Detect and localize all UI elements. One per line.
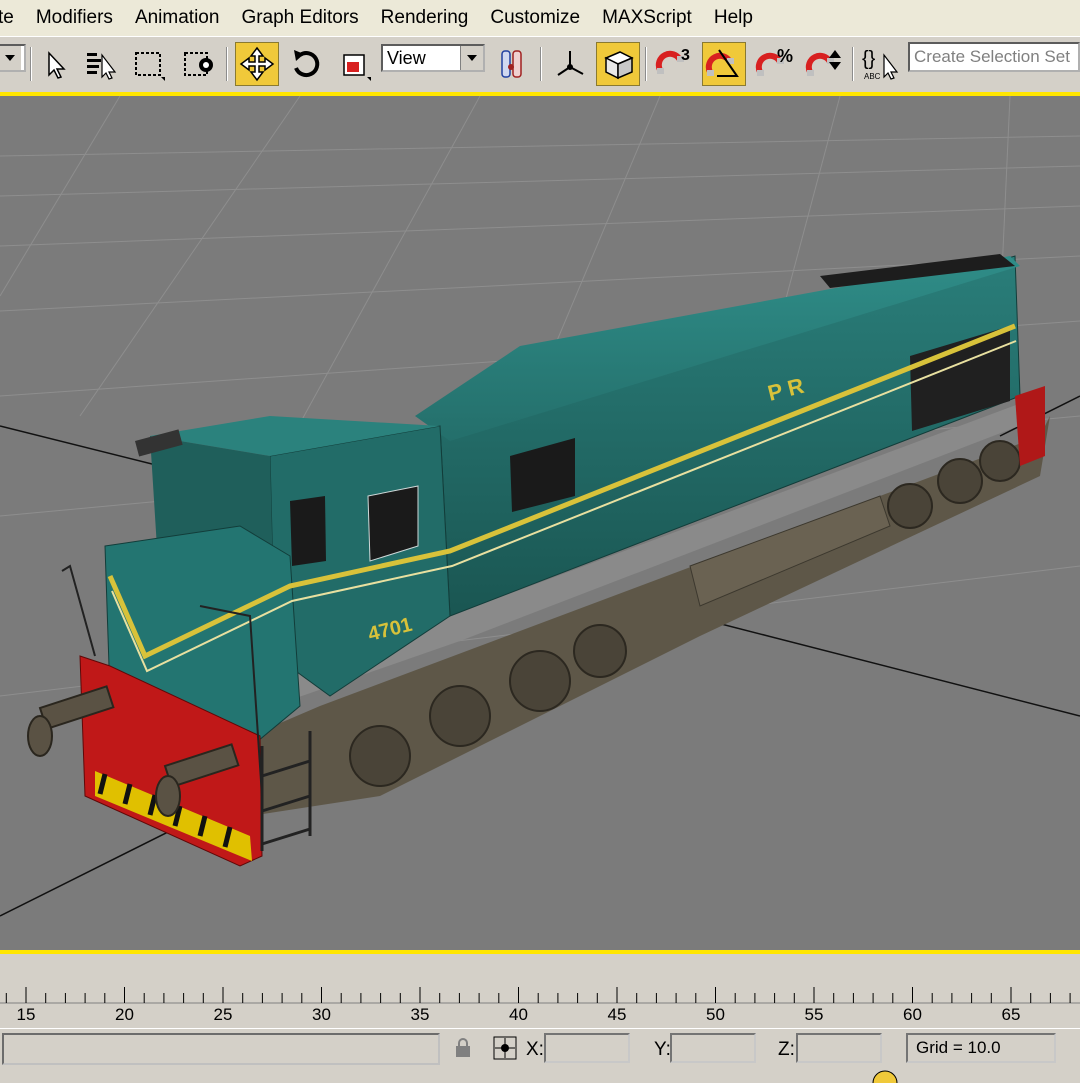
angle-snap-toggle-button[interactable] xyxy=(702,42,746,86)
magnet-snap-icon: 3 xyxy=(655,47,690,74)
toolbar-separator xyxy=(540,47,542,81)
rotate-icon xyxy=(294,50,320,78)
timeline-tick-label: 15 xyxy=(16,1005,36,1024)
toolbar-separator xyxy=(852,47,854,81)
toolbar-separator xyxy=(226,47,228,81)
select-and-move-button[interactable] xyxy=(235,42,279,86)
timeline-tick-label: 30 xyxy=(312,1005,331,1024)
menu-create[interactable]: te xyxy=(0,0,25,36)
rectangular-selection-button[interactable] xyxy=(126,42,170,86)
main-toolbar: View 3 % {} ABC Create Selection Set xyxy=(0,36,1080,93)
scale-icon xyxy=(343,54,371,81)
select-and-rotate-button[interactable] xyxy=(284,42,328,86)
absolute-mode-transform-icon[interactable] xyxy=(492,1035,518,1061)
x-coordinate-field[interactable] xyxy=(544,1033,630,1063)
y-coordinate-field[interactable] xyxy=(670,1033,756,1063)
braces-label: {} xyxy=(862,48,876,70)
percent-label: % xyxy=(777,46,793,66)
perspective-viewport[interactable]: P R 4701 xyxy=(0,96,1080,950)
x-coordinate-label: X: xyxy=(526,1039,544,1060)
timeline-tick-label: 35 xyxy=(410,1005,430,1024)
named-selection-sets-input[interactable]: Create Selection Set xyxy=(908,42,1080,72)
spinner-snap-toggle-button[interactable] xyxy=(802,42,846,86)
prompt-line xyxy=(2,1033,440,1065)
pivot-center-button[interactable] xyxy=(490,42,534,86)
select-and-scale-button[interactable] xyxy=(332,42,376,86)
active-viewport-border-bottom xyxy=(0,950,1080,954)
menu-maxscript[interactable]: MAXScript xyxy=(591,0,703,36)
timeline-tick-label: 25 xyxy=(213,1005,233,1024)
chevron-down-icon[interactable] xyxy=(460,46,483,70)
spinner-snap-icon xyxy=(805,50,841,76)
edit-named-selection-button[interactable]: {} ABC xyxy=(858,42,902,86)
chevron-down-icon[interactable] xyxy=(0,46,21,70)
z-coordinate-field[interactable] xyxy=(796,1033,882,1063)
selection-filter-dropdown[interactable] xyxy=(0,44,26,72)
snap-dimension-label: 3 xyxy=(681,47,690,64)
select-by-name-icon xyxy=(87,53,117,80)
keyboard-shortcut-override-button[interactable] xyxy=(596,42,640,86)
menu-animation[interactable]: Animation xyxy=(124,0,231,36)
y-coordinate-label: Y: xyxy=(654,1039,671,1060)
timeline-tick-label: 45 xyxy=(607,1005,627,1024)
percent-snap-icon: % xyxy=(755,46,793,76)
locomotive-model[interactable]: P R 4701 xyxy=(27,254,1050,867)
status-bar: X: Y: Z: Grid = 10.0 xyxy=(0,1028,1080,1083)
percent-snap-toggle-button[interactable]: % xyxy=(752,42,796,86)
menu-bar: te Modifiers Animation Graph Editors Ren… xyxy=(0,0,1080,36)
timeline-tick-label: 65 xyxy=(1001,1005,1021,1024)
menu-help[interactable]: Help xyxy=(703,0,764,36)
timeline-tick-label: 20 xyxy=(115,1005,134,1024)
move-icon xyxy=(239,46,275,82)
select-and-manipulate-button[interactable] xyxy=(548,42,592,86)
select-object-button[interactable] xyxy=(32,42,76,86)
window-crossing-button[interactable] xyxy=(176,42,220,86)
window-crossing-icon xyxy=(184,52,213,76)
reference-coordinate-value: View xyxy=(387,47,426,68)
track-bar[interactable]: 15 20 25 30 35 40 45 50 55 60 65 xyxy=(0,955,1080,1027)
snaps-toggle-button[interactable]: 3 xyxy=(652,42,696,86)
timeline-tick-label: 50 xyxy=(706,1005,725,1024)
toolbar-separator xyxy=(645,47,647,81)
lock-icon[interactable] xyxy=(454,1037,472,1059)
keyboard-shortcut-icon xyxy=(604,51,634,80)
rectangle-selection-icon xyxy=(135,52,165,81)
viewport-scene: P R 4701 xyxy=(0,96,1080,917)
edit-named-selection-icon: {} ABC xyxy=(862,48,899,81)
menu-rendering[interactable]: Rendering xyxy=(370,0,480,36)
pivot-center-icon xyxy=(501,50,522,78)
abc-label: ABC xyxy=(864,72,881,81)
timeline-tick-label: 60 xyxy=(903,1005,922,1024)
grid-spacing-display: Grid = 10.0 xyxy=(906,1033,1056,1063)
menu-customize[interactable]: Customize xyxy=(479,0,591,36)
time-tag-icon[interactable] xyxy=(870,1069,900,1083)
manipulate-icon xyxy=(557,51,584,76)
menu-graph-editors[interactable]: Graph Editors xyxy=(230,0,369,36)
arrow-cursor-icon xyxy=(48,51,66,79)
z-coordinate-label: Z: xyxy=(778,1039,795,1060)
reference-coordinate-dropdown[interactable]: View xyxy=(381,44,485,72)
select-by-name-button[interactable] xyxy=(78,42,122,86)
timeline-tick-label: 55 xyxy=(804,1005,824,1024)
timeline-tick-label: 40 xyxy=(509,1005,528,1024)
menu-modifiers[interactable]: Modifiers xyxy=(25,0,124,36)
angle-snap-icon xyxy=(705,49,739,77)
